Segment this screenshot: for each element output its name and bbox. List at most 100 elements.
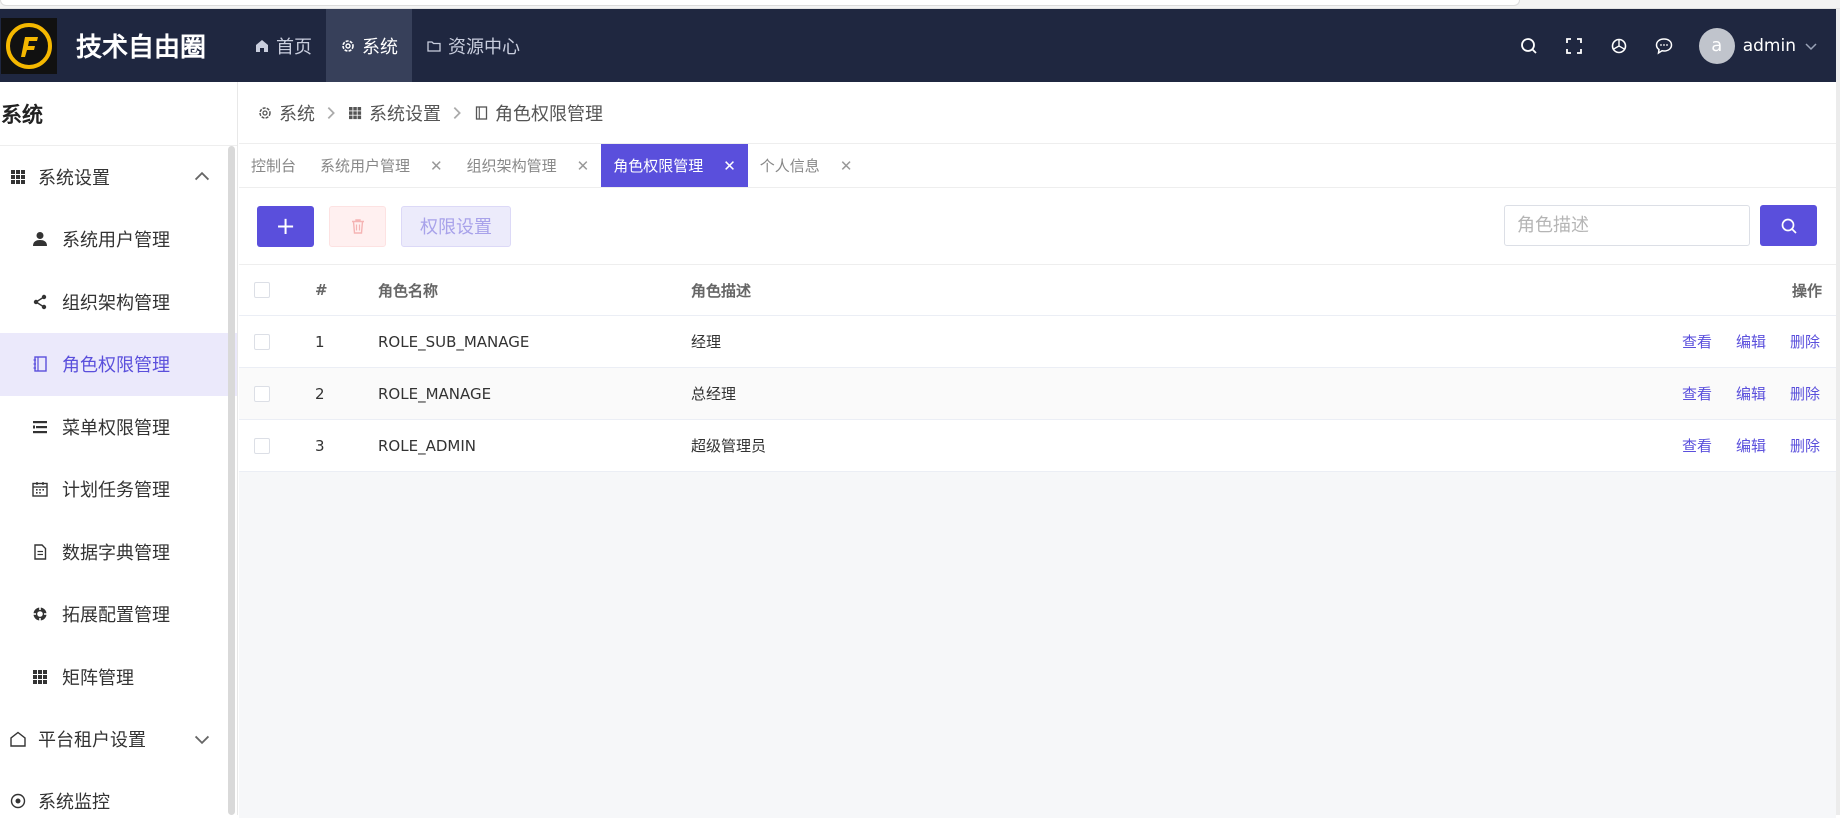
add-role-button[interactable]: + <box>257 205 314 247</box>
tab-profile[interactable]: 个人信息 ✕ <box>748 144 865 187</box>
browser-tab-edge <box>0 0 1520 6</box>
tab-system-users[interactable]: 系统用户管理 ✕ <box>308 144 455 187</box>
sidebar-item-matrix[interactable]: 矩阵管理 <box>0 646 237 709</box>
sidebar-scrollbar[interactable] <box>228 146 235 815</box>
sidebar-item-menu-permissions[interactable]: 菜单权限管理 <box>0 396 237 459</box>
table-row: 2 ROLE_MANAGE 总经理 查看 编辑 删除 <box>239 368 1836 420</box>
home-icon <box>256 39 269 52</box>
sidebar-item-org-structure[interactable]: 组织架构管理 <box>0 271 237 334</box>
close-icon[interactable]: ✕ <box>577 157 590 175</box>
table-header: # 角色名称 角色描述 操作 <box>239 265 1836 316</box>
role-description-search-input[interactable] <box>1504 205 1750 246</box>
breadcrumb-item[interactable]: 角色权限管理 <box>473 100 603 126</box>
delete-link[interactable]: 删除 <box>1790 435 1820 456</box>
topnav-system[interactable]: 系统 <box>326 9 413 82</box>
chevron-right-icon <box>323 105 339 121</box>
sidebar-item-label: 角色权限管理 <box>62 355 170 377</box>
column-header-name: 角色名称 <box>378 281 439 300</box>
search-icon <box>1521 37 1537 54</box>
chat-tool[interactable] <box>1642 36 1687 56</box>
breadcrumb-label: 角色权限管理 <box>495 103 603 125</box>
view-link[interactable]: 查看 <box>1682 435 1712 456</box>
view-link[interactable]: 查看 <box>1682 383 1712 404</box>
tab-label: 系统用户管理 <box>320 157 411 175</box>
column-header-actions: 操作 <box>1791 281 1822 300</box>
sidebar-item-extension-config[interactable]: 拓展配置管理 <box>0 583 237 646</box>
select-all-checkbox[interactable] <box>254 282 270 298</box>
tab-label: 角色权限管理 <box>613 157 704 175</box>
fullscreen-tool[interactable] <box>1552 36 1597 56</box>
ai-tool[interactable] <box>1597 36 1642 56</box>
topnav-home-label: 首页 <box>276 36 313 58</box>
close-icon[interactable]: ✕ <box>430 157 443 175</box>
close-icon[interactable]: ✕ <box>723 157 736 175</box>
close-icon[interactable]: ✕ <box>840 157 853 175</box>
delete-button[interactable] <box>329 205 386 247</box>
delete-link[interactable]: 删除 <box>1790 331 1820 352</box>
row-actions: 查看 编辑 删除 <box>1682 435 1820 456</box>
lifebuoy-icon <box>33 607 47 622</box>
sidebar-group-system-settings[interactable]: 系统设置 <box>0 146 237 208</box>
tab-bar: 控制台 系统用户管理 ✕ 组织架构管理 ✕ 角色权限管理 ✕ 个人信息 ✕ <box>239 144 1836 188</box>
chevron-down-icon[interactable] <box>1804 39 1818 53</box>
trash-icon <box>351 219 364 234</box>
sidebar-group-tenant-settings[interactable]: 平台租户设置 <box>0 708 237 770</box>
user-icon <box>33 232 47 247</box>
view-link[interactable]: 查看 <box>1682 331 1712 352</box>
row-checkbox[interactable] <box>254 333 270 350</box>
chat-bubble-icon <box>1655 37 1673 54</box>
topnav-home[interactable]: 首页 <box>240 9 326 82</box>
row-actions: 查看 编辑 删除 <box>1682 383 1820 404</box>
breadcrumb-label: 系统设置 <box>369 103 441 125</box>
search-button[interactable] <box>1760 205 1817 246</box>
calendar-icon <box>32 482 48 497</box>
column-header-index: # <box>315 281 328 299</box>
toolbar: + 权限设置 <box>239 188 1836 264</box>
main-content: 系统 系统设置 角色权限管理 控制台 系统用户管理 ✕ 组织架构管理 ✕ 角色权… <box>239 82 1836 818</box>
sidebar-group-system-monitor[interactable]: 系统监控 <box>0 770 237 815</box>
sidebar-item-role-permissions[interactable]: 角色权限管理 <box>0 333 237 396</box>
chevron-right-icon <box>449 105 465 121</box>
role-description: 经理 <box>691 333 722 351</box>
topnav-resources-label: 资源中心 <box>448 36 521 58</box>
role-name: ROLE_ADMIN <box>378 436 476 455</box>
search-icon <box>1781 218 1797 234</box>
column-header-description: 角色描述 <box>691 281 752 300</box>
avatar[interactable]: a <box>1698 27 1735 64</box>
tab-org-structure[interactable]: 组织架构管理 ✕ <box>455 144 602 187</box>
sidebar-item-scheduled-tasks[interactable]: 计划任务管理 <box>0 458 237 521</box>
topbar-tools: a admin <box>1507 9 1836 82</box>
brand-title[interactable]: 技术自由圈 <box>76 27 206 64</box>
permission-settings-button[interactable]: 权限设置 <box>401 205 511 247</box>
role-description: 总经理 <box>691 385 737 403</box>
delete-link[interactable]: 删除 <box>1790 383 1820 404</box>
breadcrumb-item[interactable]: 系统 <box>257 100 315 126</box>
tab-label: 组织架构管理 <box>466 157 557 175</box>
monitor-icon <box>10 793 26 809</box>
sidebar-item-label: 组织架构管理 <box>62 292 170 314</box>
row-checkbox[interactable] <box>254 437 270 454</box>
username[interactable]: admin <box>1743 36 1796 56</box>
topnav-resources[interactable]: 资源中心 <box>412 9 534 82</box>
edit-link[interactable]: 编辑 <box>1736 383 1766 404</box>
edit-link[interactable]: 编辑 <box>1736 435 1766 456</box>
fullscreen-icon <box>1566 37 1583 54</box>
grid-icon <box>33 669 47 684</box>
sidebar-item-data-dictionary[interactable]: 数据字典管理 <box>0 521 237 584</box>
search-tool[interactable] <box>1507 36 1552 56</box>
edit-link[interactable]: 编辑 <box>1736 331 1766 352</box>
breadcrumb-item[interactable]: 系统设置 <box>347 100 441 126</box>
tab-dashboard[interactable]: 控制台 <box>239 144 308 187</box>
sidebar-item-system-users[interactable]: 系统用户管理 <box>0 208 237 271</box>
sidebar-item-label: 拓展配置管理 <box>62 605 170 627</box>
gear-icon <box>259 106 271 119</box>
folder-icon <box>427 40 441 52</box>
sidebar-item-label: 系统用户管理 <box>62 230 170 252</box>
tab-role-permissions[interactable]: 角色权限管理 ✕ <box>601 144 748 187</box>
row-checkbox[interactable] <box>254 385 270 402</box>
sidebar-item-label: 计划任务管理 <box>62 480 170 502</box>
app-logo[interactable] <box>1 17 57 74</box>
table-row: 3 ROLE_ADMIN 超级管理员 查看 编辑 删除 <box>239 420 1836 472</box>
top-navbar: 技术自由圈 首页 系统 资源中心 a admin <box>0 9 1836 82</box>
role-name: ROLE_SUB_MANAGE <box>378 332 530 351</box>
